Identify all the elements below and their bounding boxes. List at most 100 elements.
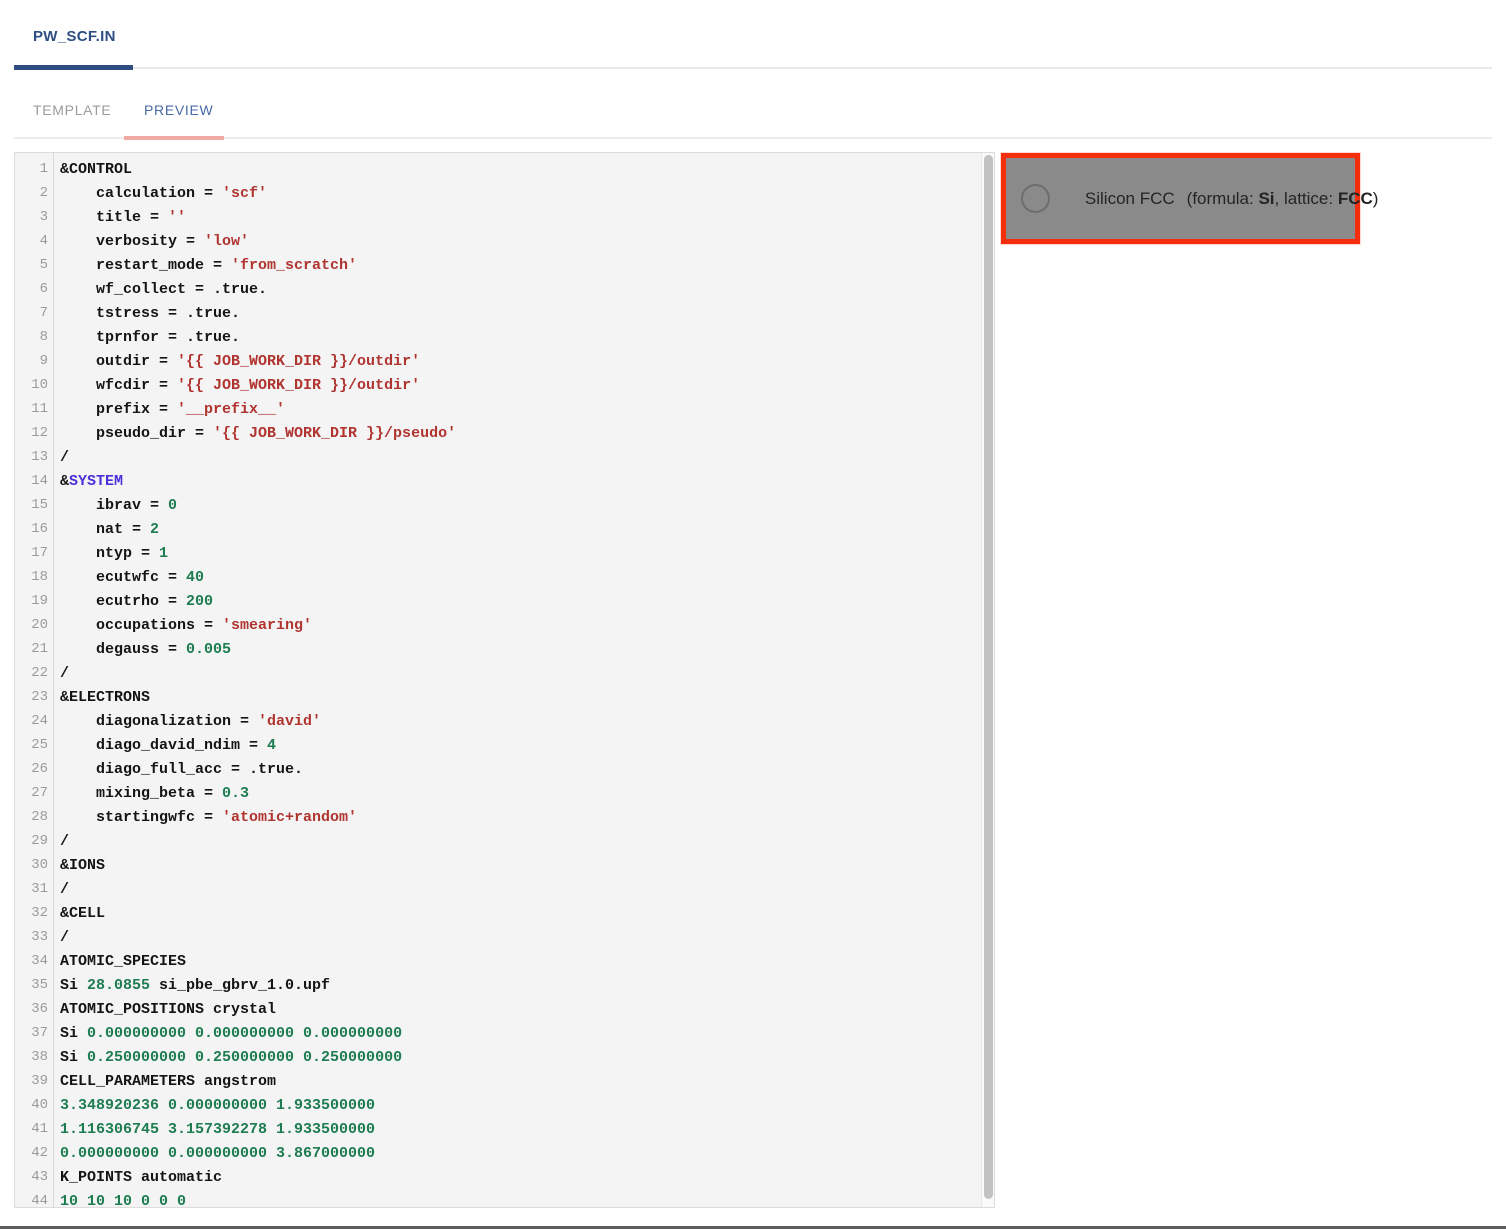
code-line: 43K_POINTS automatic <box>15 1165 980 1189</box>
code-line: 38Si 0.250000000 0.250000000 0.250000000 <box>15 1045 980 1069</box>
code-text: diago_full_acc = .true. <box>54 761 303 778</box>
code-text: wfcdir = '{{ JOB_WORK_DIR }}/outdir' <box>54 377 420 394</box>
line-number: 27 <box>15 785 54 801</box>
code-line: 9 outdir = '{{ JOB_WORK_DIR }}/outdir' <box>15 349 980 373</box>
code-text: mixing_beta = 0.3 <box>54 785 249 802</box>
code-line: 420.000000000 0.000000000 3.867000000 <box>15 1141 980 1165</box>
code-editor[interactable]: 1&CONTROL2 calculation = 'scf'3 title = … <box>14 152 995 1208</box>
code-text: ecutrho = 200 <box>54 593 213 610</box>
code-line: 13/ <box>15 445 980 469</box>
code-line: 10 wfcdir = '{{ JOB_WORK_DIR }}/outdir' <box>15 373 980 397</box>
code-line: 5 restart_mode = 'from_scratch' <box>15 253 980 277</box>
code-text: Si 0.250000000 0.250000000 0.250000000 <box>54 1049 402 1066</box>
code-line: 11 prefix = '__prefix__' <box>15 397 980 421</box>
line-number: 11 <box>15 401 54 417</box>
code-text: &ELECTRONS <box>54 689 150 706</box>
line-number: 35 <box>15 977 54 993</box>
file-tab-divider <box>14 67 1492 69</box>
code-line: 23&ELECTRONS <box>15 685 980 709</box>
preview-option-label: Silicon FCC (formula: Si, lattice: FCC) <box>1066 169 1378 229</box>
code-text: 3.348920236 0.000000000 1.933500000 <box>54 1097 375 1114</box>
code-line: 22/ <box>15 661 980 685</box>
code-text: outdir = '{{ JOB_WORK_DIR }}/outdir' <box>54 353 420 370</box>
code-text: CELL_PARAMETERS angstrom <box>54 1073 276 1090</box>
code-text: ATOMIC_POSITIONS crystal <box>54 1001 276 1018</box>
code-line: 14&SYSTEM <box>15 469 980 493</box>
line-number: 16 <box>15 521 54 537</box>
code-line: 8 tprnfor = .true. <box>15 325 980 349</box>
line-number: 28 <box>15 809 54 825</box>
code-text: nat = 2 <box>54 521 159 538</box>
code-text: K_POINTS automatic <box>54 1169 222 1186</box>
editor-scrollbar-thumb[interactable] <box>984 155 993 1199</box>
tab-template[interactable]: TEMPLATE <box>33 102 111 118</box>
line-number: 21 <box>15 641 54 657</box>
line-number: 9 <box>15 353 54 369</box>
code-text: &IONS <box>54 857 105 874</box>
tab-bar-divider <box>14 137 1492 139</box>
line-number: 5 <box>15 257 54 273</box>
line-number: 7 <box>15 305 54 321</box>
code-text: 0.000000000 0.000000000 3.867000000 <box>54 1145 375 1162</box>
code-line: 6 wf_collect = .true. <box>15 277 980 301</box>
line-number: 14 <box>15 473 54 489</box>
line-number: 44 <box>15 1193 54 1209</box>
page-bottom-divider <box>0 1226 1506 1229</box>
tab-preview[interactable]: PREVIEW <box>144 102 213 118</box>
radio-unchecked-icon[interactable] <box>1021 184 1050 213</box>
line-number: 33 <box>15 929 54 945</box>
line-number: 37 <box>15 1025 54 1041</box>
code-line: 33/ <box>15 925 980 949</box>
editor-scrollbar[interactable] <box>981 153 994 1207</box>
line-number: 42 <box>15 1145 54 1161</box>
code-line: 19 ecutrho = 200 <box>15 589 980 613</box>
line-number: 39 <box>15 1073 54 1089</box>
code-line: 4410 10 10 0 0 0 <box>15 1189 980 1213</box>
code-line: 32&CELL <box>15 901 980 925</box>
line-number: 8 <box>15 329 54 345</box>
line-number: 19 <box>15 593 54 609</box>
line-number: 6 <box>15 281 54 297</box>
line-number: 36 <box>15 1001 54 1017</box>
line-number: 30 <box>15 857 54 873</box>
line-number: 32 <box>15 905 54 921</box>
line-number: 1 <box>15 161 54 177</box>
code-line: 26 diago_full_acc = .true. <box>15 757 980 781</box>
line-number: 23 <box>15 689 54 705</box>
code-text: diago_david_ndim = 4 <box>54 737 276 754</box>
code-line: 28 startingwfc = 'atomic+random' <box>15 805 980 829</box>
code-line: 29/ <box>15 829 980 853</box>
code-line: 4 verbosity = 'low' <box>15 229 980 253</box>
code-line: 31/ <box>15 877 980 901</box>
code-line: 18 ecutwfc = 40 <box>15 565 980 589</box>
line-number: 29 <box>15 833 54 849</box>
tab-preview-active-indicator <box>124 136 224 140</box>
line-number: 40 <box>15 1097 54 1113</box>
preview-option-title: Silicon FCC <box>1085 189 1175 208</box>
line-number: 17 <box>15 545 54 561</box>
line-number: 41 <box>15 1121 54 1137</box>
line-number: 20 <box>15 617 54 633</box>
line-number: 43 <box>15 1169 54 1185</box>
code-text: Si 28.0855 si_pbe_gbrv_1.0.upf <box>54 977 330 994</box>
code-text: &SYSTEM <box>54 473 123 490</box>
code-text: calculation = 'scf' <box>54 185 267 202</box>
code-text: pseudo_dir = '{{ JOB_WORK_DIR }}/pseudo' <box>54 425 456 442</box>
line-number: 2 <box>15 185 54 201</box>
preview-option-silicon-fcc[interactable]: Silicon FCC(formula: Si, lattice: FCC) <box>1001 153 1360 244</box>
code-text: startingwfc = 'atomic+random' <box>54 809 357 826</box>
code-text: / <box>54 833 69 850</box>
code-text: verbosity = 'low' <box>54 233 249 250</box>
code-text: occupations = 'smearing' <box>54 617 312 634</box>
line-number: 13 <box>15 449 54 465</box>
code-text: / <box>54 665 69 682</box>
code-line: 35Si 28.0855 si_pbe_gbrv_1.0.upf <box>15 973 980 997</box>
line-number: 31 <box>15 881 54 897</box>
preview-option-detail: (formula: Si, lattice: FCC) <box>1187 189 1379 208</box>
line-number: 4 <box>15 233 54 249</box>
file-tab-pw-scf-in[interactable]: PW_SCF.IN <box>33 28 116 45</box>
code-text: 1.116306745 3.157392278 1.933500000 <box>54 1121 375 1138</box>
line-number: 10 <box>15 377 54 393</box>
code-text: Si 0.000000000 0.000000000 0.000000000 <box>54 1025 402 1042</box>
code-line: 30&IONS <box>15 853 980 877</box>
